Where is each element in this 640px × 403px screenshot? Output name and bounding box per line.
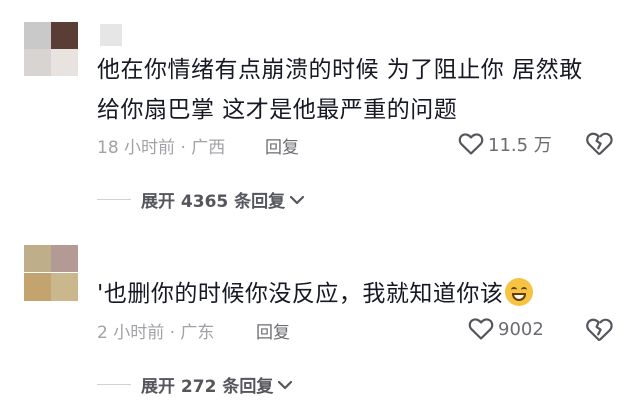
chevron-down-icon	[278, 380, 293, 389]
comment-text: '也删你的时候你没反应，我就知道你该	[97, 274, 620, 314]
expand-replies-label: 展开 272 条回复	[141, 377, 274, 397]
avatar[interactable]	[24, 22, 78, 76]
comment-text-line: 他在你情绪有点崩溃的时候 为了阻止你 居然敢	[97, 57, 583, 83]
grinning-sweat-emoji-icon	[505, 278, 534, 306]
reply-button[interactable]: 回复	[256, 318, 290, 343]
expand-replies-label: 展开 4365 条回复	[141, 192, 286, 212]
avatar-tile	[24, 22, 51, 49]
expand-replies-button[interactable]: 展开 272 条回复	[97, 372, 293, 397]
comment-item: 他在你情绪有点崩溃的时候 为了阻止你 居然敢 给你扇巴掌 这才是他最严重的问题 …	[0, 0, 640, 215]
like-count: 11.5 万	[488, 135, 552, 156]
divider	[97, 199, 131, 200]
comment-item: '也删你的时候你没反应，我就知道你该 2 小时前 · 广东 回复 9002 展开…	[0, 245, 640, 403]
like-button[interactable]: 11.5 万	[458, 131, 552, 157]
avatar-tile	[51, 49, 78, 76]
comment-meta: 18 小时前 · 广西	[97, 138, 226, 158]
chevron-down-icon	[290, 195, 305, 204]
avatar-tile	[51, 22, 78, 49]
broken-heart-icon	[586, 318, 613, 342]
heart-icon	[468, 318, 494, 340]
like-button[interactable]: 9002	[468, 317, 544, 341]
heart-icon	[458, 133, 484, 155]
dislike-button[interactable]	[585, 317, 613, 343]
avatar-tile	[51, 245, 78, 272]
avatar-tile	[24, 273, 51, 301]
username[interactable]	[100, 24, 122, 46]
comment-text-line: 给你扇巴掌 这才是他最严重的问题	[97, 97, 458, 123]
like-count: 9002	[498, 318, 544, 340]
dislike-button[interactable]	[585, 131, 613, 157]
comment-text: 他在你情绪有点崩溃的时候 为了阻止你 居然敢 给你扇巴掌 这才是他最严重的问题	[97, 50, 620, 130]
expand-replies-button[interactable]: 展开 4365 条回复	[97, 187, 305, 212]
avatar-tile	[24, 245, 51, 272]
avatar-tile	[24, 49, 51, 76]
divider	[97, 384, 131, 385]
comment-text-line: '也删你的时候你没反应，我就知道你该	[97, 281, 504, 307]
broken-heart-icon	[586, 132, 613, 156]
avatar-tile	[51, 273, 78, 301]
avatar[interactable]	[24, 245, 78, 301]
reply-button[interactable]: 回复	[265, 133, 299, 158]
comment-meta: 2 小时前 · 广东	[97, 323, 215, 343]
